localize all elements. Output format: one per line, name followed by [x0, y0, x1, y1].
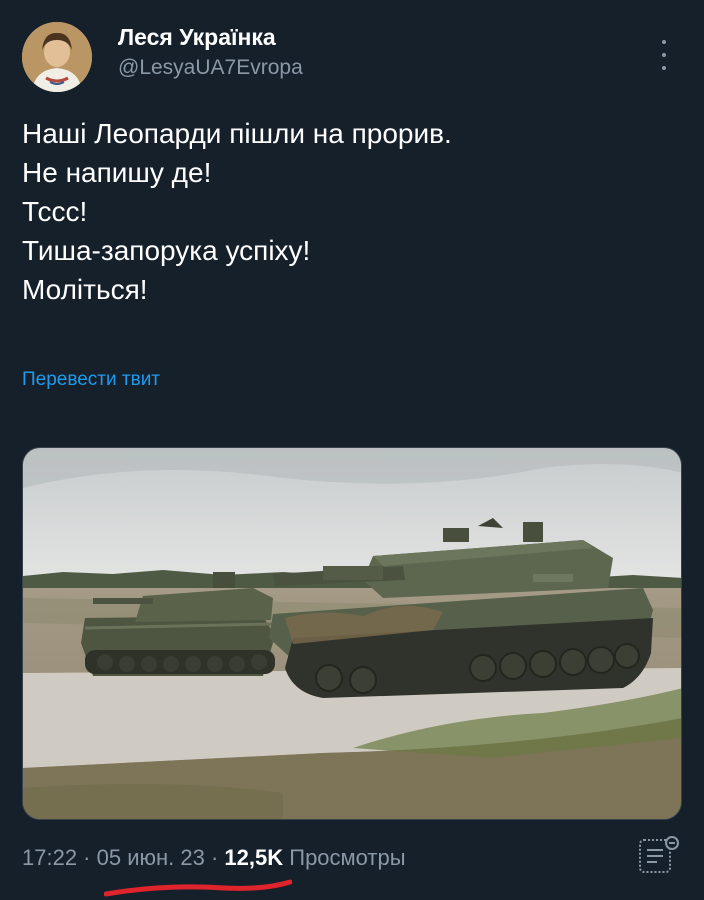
views-count: 12,5K [224, 845, 284, 870]
translate-tweet-link[interactable]: Перевести твит [22, 369, 160, 391]
meta-separator: · [204, 845, 225, 870]
analytics-icon[interactable] [636, 834, 682, 878]
tweet-meta: 17:22 · 05 июн. 23 · 12,5K Просмотры [22, 845, 406, 871]
tweet-line: Не напишу де! [22, 157, 212, 188]
tweet-date[interactable]: 05 июн. 23 [97, 845, 205, 870]
red-underline-annotation [104, 879, 292, 897]
tweet-photo[interactable] [22, 447, 682, 820]
display-name[interactable]: Леся Українка [118, 24, 276, 51]
tweet-line: Моліться! [22, 274, 148, 305]
tweet-line: Наші Леопарди пішли на прорив. [22, 118, 452, 149]
meta-separator: · [77, 845, 97, 870]
tweet-text: Наші Леопарди пішли на прорив. Не напишу… [22, 114, 672, 309]
avatar[interactable] [22, 22, 92, 92]
views-label: Просмотры [289, 845, 406, 870]
tweet-header: Леся Українка @LesyaUA7Evropa [22, 22, 682, 94]
tweet-time[interactable]: 17:22 [22, 845, 77, 870]
user-handle[interactable]: @LesyaUA7Evropa [118, 56, 303, 80]
more-vertical-icon[interactable] [654, 40, 674, 70]
tweet-line: Тиша-запорука успіху! [22, 235, 311, 266]
tweet-line: Тссс! [22, 196, 88, 227]
